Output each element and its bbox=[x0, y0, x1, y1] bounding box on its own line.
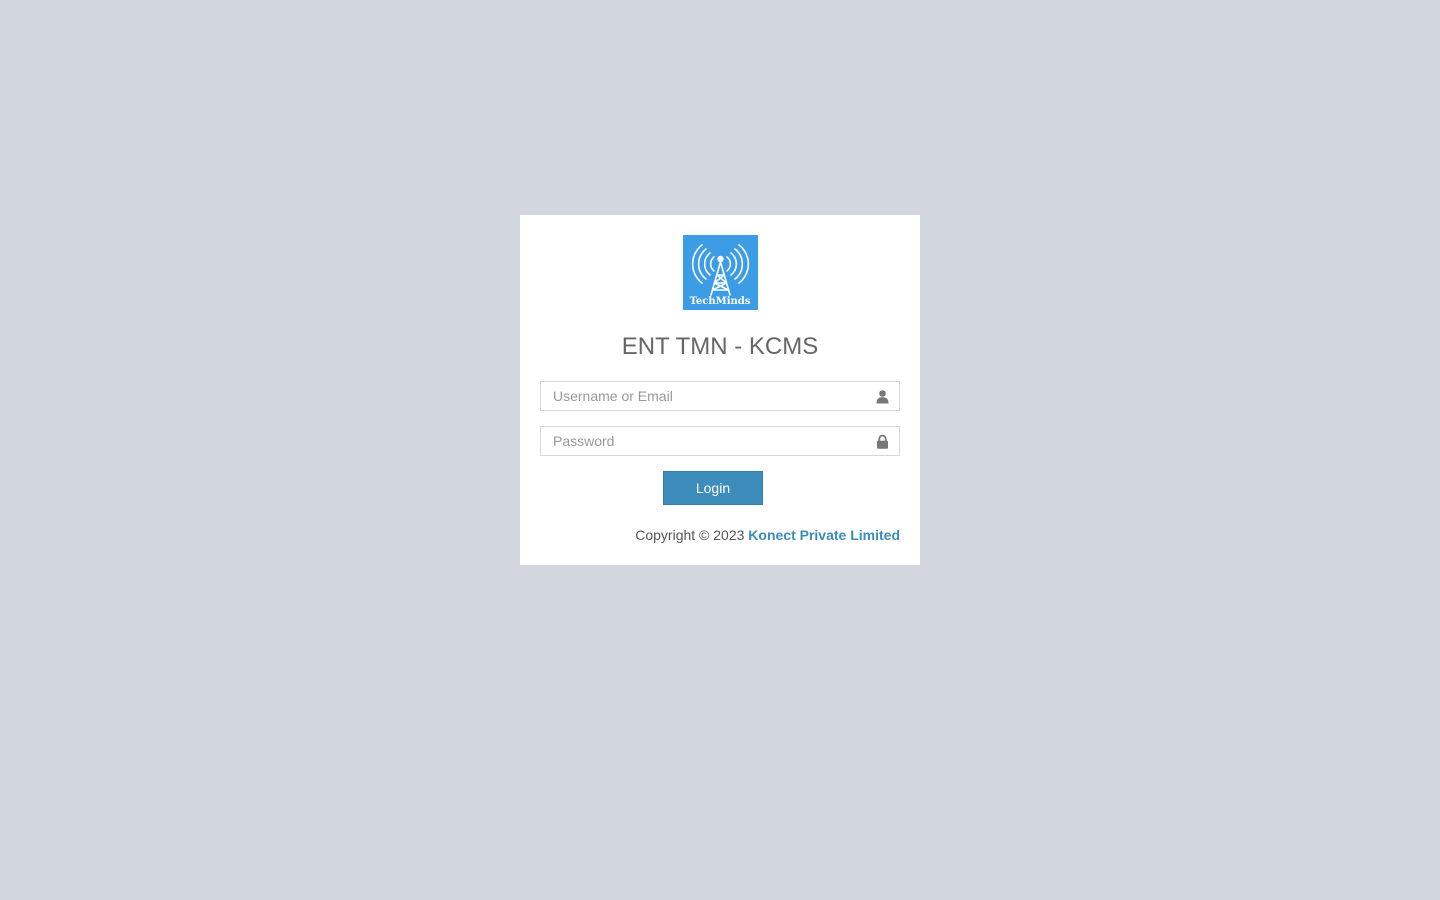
user-icon bbox=[876, 390, 889, 404]
username-input[interactable] bbox=[540, 381, 900, 411]
logo-text: TechMinds bbox=[689, 296, 751, 307]
login-button-row: Login bbox=[540, 471, 900, 505]
copyright-text: Copyright © 2023 bbox=[635, 527, 745, 543]
lock-icon bbox=[877, 434, 888, 449]
password-field-group bbox=[540, 426, 900, 456]
copyright: Copyright © 2023 Konect Private Limited bbox=[540, 527, 900, 543]
company-link[interactable]: Konect Private Limited bbox=[748, 527, 900, 543]
password-input[interactable] bbox=[540, 426, 900, 456]
login-button[interactable]: Login bbox=[663, 471, 763, 505]
techminds-logo: TechMinds bbox=[682, 235, 758, 310]
username-field-group bbox=[540, 381, 900, 411]
page-title: ENT TMN - KCMS bbox=[621, 333, 819, 360]
login-box: TechMinds ENT TMN - KCMS Login Copyright… bbox=[520, 215, 920, 565]
